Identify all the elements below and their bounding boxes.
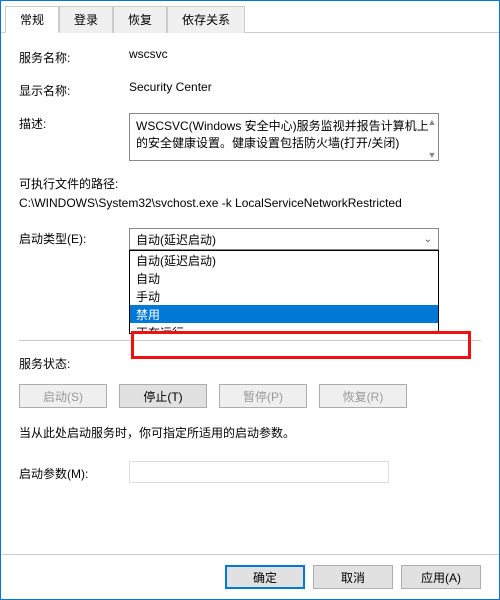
option-truncated[interactable]: 正在运行 <box>130 323 438 333</box>
option-auto[interactable]: 自动 <box>130 269 438 287</box>
startup-type-dropdown: 自动(延迟启动) 自动 手动 禁用 正在运行 <box>129 250 439 334</box>
option-manual[interactable]: 手动 <box>130 287 438 305</box>
divider <box>19 340 481 341</box>
exe-path-label: 可执行文件的路径: <box>19 175 481 192</box>
exe-path-value: C:\WINDOWS\System32\svchost.exe -k Local… <box>19 196 481 210</box>
dialog-footer: 确定 取消 应用(A) <box>1 554 499 599</box>
tab-content: 服务名称: wscsvc 显示名称: Security Center 描述: W… <box>1 33 499 493</box>
apply-button[interactable]: 应用(A) <box>401 565 481 589</box>
tab-recovery[interactable]: 恢复 <box>113 6 167 33</box>
display-name-label: 显示名称: <box>19 80 129 99</box>
description-text: WSCSVC(Windows 安全中心)服务监视并报告计算机上的安全健康设置。健… <box>136 119 429 150</box>
tab-general[interactable]: 常规 <box>5 6 59 33</box>
tab-bar: 常规 登录 恢复 依存关系 <box>1 1 499 33</box>
description-box: WSCSVC(Windows 安全中心)服务监视并报告计算机上的安全健康设置。健… <box>129 113 439 161</box>
startup-type-label: 启动类型(E): <box>19 228 129 247</box>
option-disabled[interactable]: 禁用 <box>130 305 438 323</box>
tab-dependencies[interactable]: 依存关系 <box>167 6 245 33</box>
stop-button[interactable]: 停止(T) <box>119 384 207 408</box>
startup-type-display[interactable]: 自动(延迟启动) ⌄ <box>129 228 439 250</box>
option-auto-delayed[interactable]: 自动(延迟启动) <box>130 251 438 269</box>
chevron-down-icon: ⌄ <box>424 234 432 245</box>
service-name-value: wscsvc <box>129 47 481 61</box>
scroll-up-icon[interactable]: ▲ <box>427 116 437 129</box>
resume-button: 恢复(R) <box>319 384 407 408</box>
description-scrollbar[interactable]: ▲ ▼ <box>427 116 437 161</box>
startup-type-selected: 自动(延迟启动) <box>136 231 216 248</box>
service-status-label: 服务状态: <box>19 353 129 372</box>
start-button: 启动(S) <box>19 384 107 408</box>
startup-hint: 当从此处启动服务时，你可指定所适用的启动参数。 <box>19 424 481 441</box>
cancel-button[interactable]: 取消 <box>313 565 393 589</box>
start-params-input <box>129 461 389 483</box>
service-control-buttons: 启动(S) 停止(T) 暂停(P) 恢复(R) <box>19 384 481 408</box>
startup-type-select[interactable]: 自动(延迟启动) ⌄ 自动(延迟启动) 自动 手动 禁用 正在运行 <box>129 228 439 250</box>
pause-button: 暂停(P) <box>219 384 307 408</box>
start-params-label: 启动参数(M): <box>19 463 129 482</box>
tab-logon[interactable]: 登录 <box>59 6 113 33</box>
display-name-value: Security Center <box>129 80 481 94</box>
service-name-label: 服务名称: <box>19 47 129 66</box>
description-label: 描述: <box>19 113 129 132</box>
scroll-down-icon[interactable]: ▼ <box>427 149 437 161</box>
ok-button[interactable]: 确定 <box>225 565 305 589</box>
